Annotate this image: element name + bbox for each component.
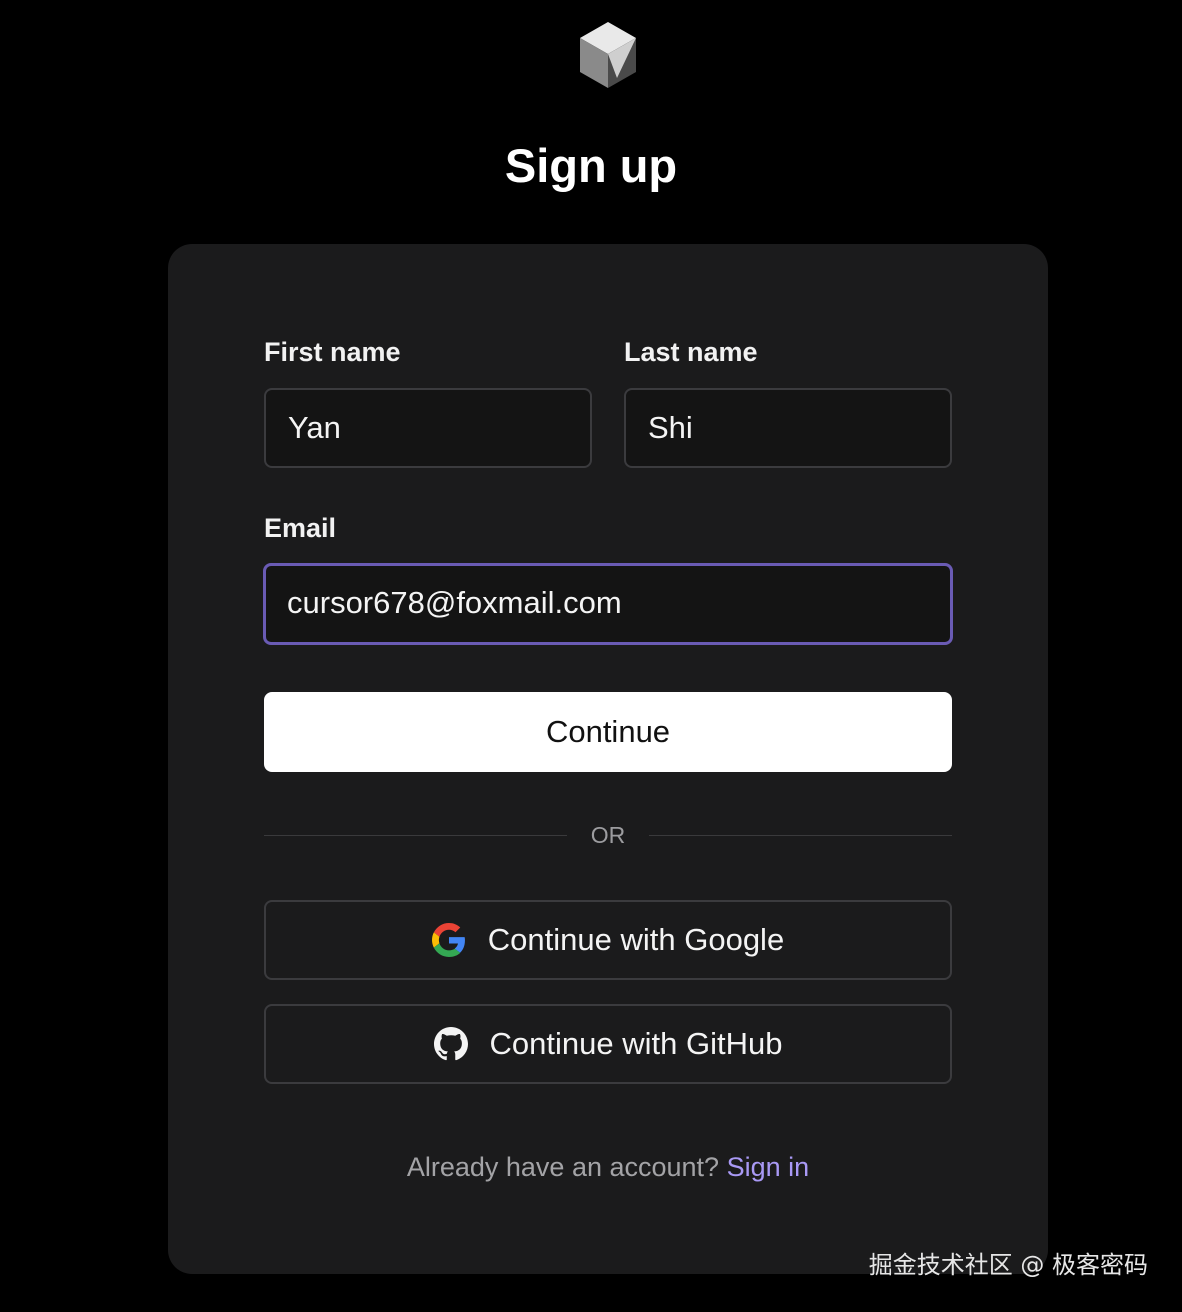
last-name-label: Last name xyxy=(624,337,758,367)
signin-row: Already have an account? Sign in xyxy=(168,1149,1048,1185)
last-name-input[interactable]: Shi xyxy=(624,388,952,468)
divider-left xyxy=(264,835,567,836)
signup-page: Sign up First name Yan Last name Shi Ema… xyxy=(0,0,1182,1312)
google-signin-button[interactable]: Continue with Google xyxy=(264,900,952,980)
continue-button[interactable]: Continue xyxy=(264,692,952,772)
signin-prompt: Already have an account? xyxy=(406,1152,720,1182)
cube-logo-icon xyxy=(580,22,636,88)
signup-card: First name Yan Last name Shi Email curso… xyxy=(168,244,1048,1274)
divider-or-text: OR xyxy=(590,822,626,848)
divider-right xyxy=(649,835,952,836)
email-input[interactable]: cursor678@foxmail.com xyxy=(263,563,953,645)
github-signin-button[interactable]: Continue with GitHub xyxy=(264,1004,952,1084)
google-icon xyxy=(431,923,465,957)
watermark: 掘金技术社区 @ 极客密码 xyxy=(868,1251,1148,1279)
google-button-label: Continue with Google xyxy=(487,922,785,957)
page-title: Sign up xyxy=(504,139,678,192)
first-name-label: First name xyxy=(264,337,401,367)
email-label: Email xyxy=(264,513,337,543)
first-name-input[interactable]: Yan xyxy=(264,388,592,468)
github-button-label: Continue with GitHub xyxy=(489,1026,783,1061)
github-icon xyxy=(433,1027,468,1061)
signin-link[interactable]: Sign in xyxy=(727,1152,810,1182)
